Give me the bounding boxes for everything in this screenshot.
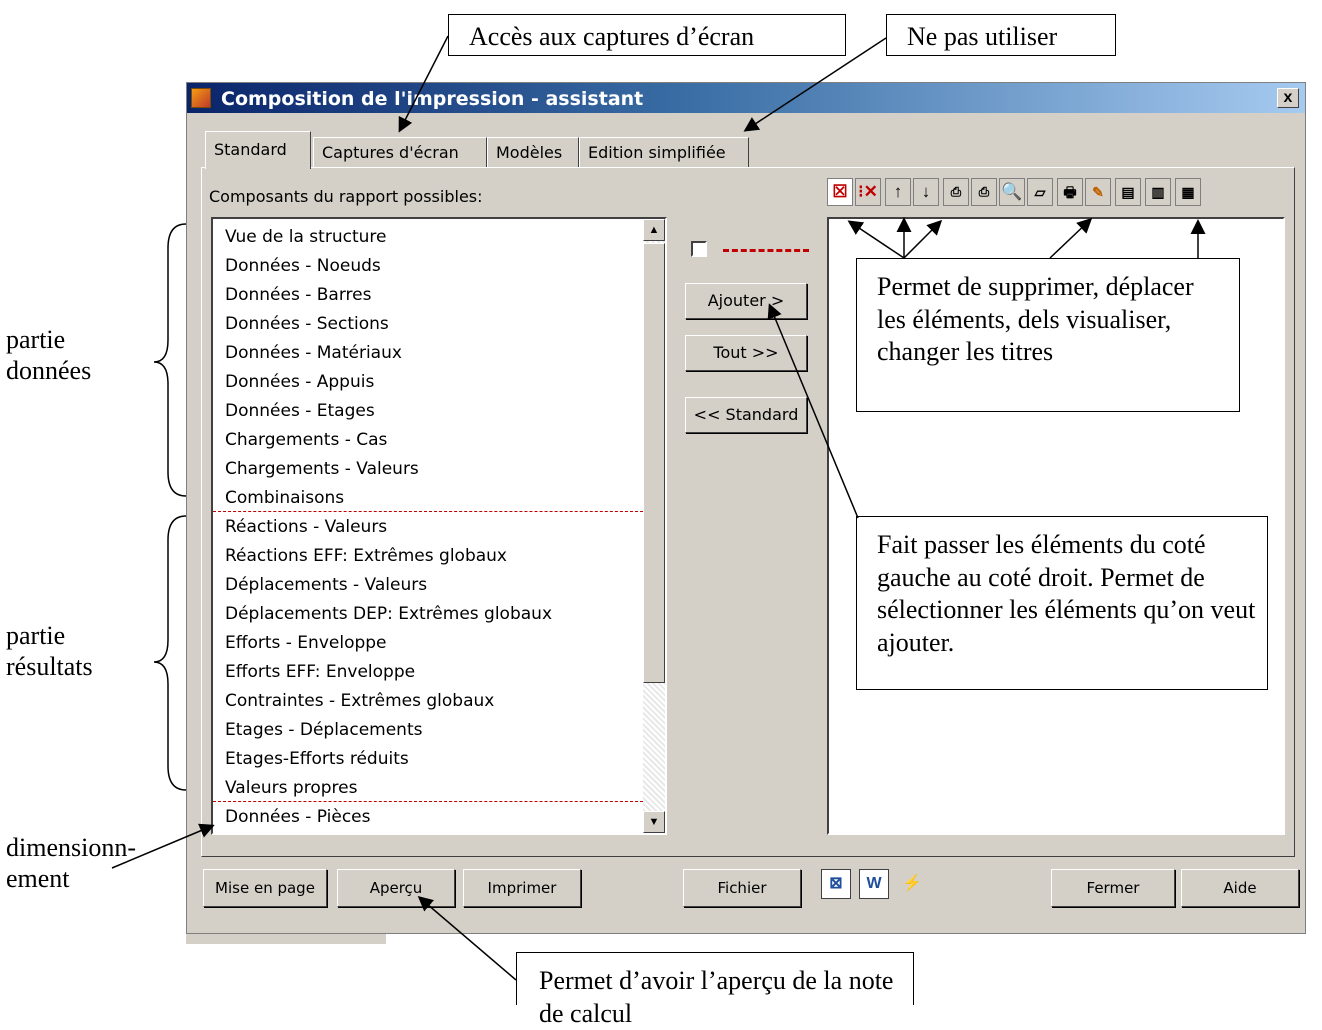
brace-donnees <box>153 223 187 497</box>
annotation-arrows <box>111 35 1206 981</box>
tab-standard[interactable]: Standard <box>205 131 311 169</box>
brace-resultats <box>153 515 187 791</box>
